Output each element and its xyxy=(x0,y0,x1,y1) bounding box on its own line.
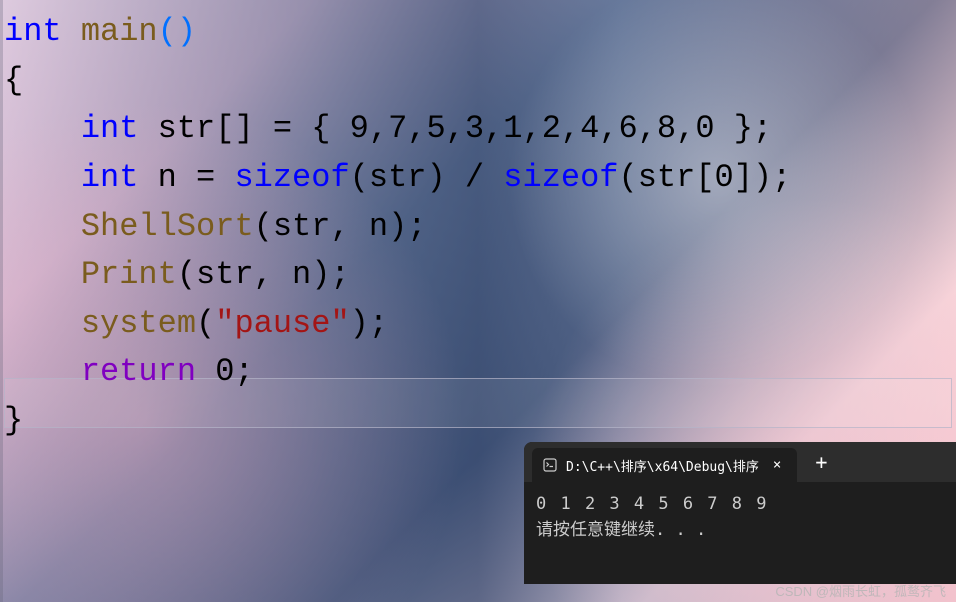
code-line-7[interactable]: system("pause"); xyxy=(4,300,952,349)
terminal-prompt-line: 请按任意键继续. . . xyxy=(536,518,944,544)
array-init: str[] = { 9,7,5,3,1,2,4,6,8,0 }; xyxy=(138,110,772,147)
expr: (str[0]); xyxy=(619,159,792,196)
terminal-icon xyxy=(542,457,558,473)
code-line-8[interactable]: return 0; xyxy=(4,348,952,397)
indent xyxy=(4,305,81,342)
brace-open: { xyxy=(4,62,23,99)
terminal-body[interactable]: 0 1 2 3 4 5 6 7 8 9 请按任意键继续. . . xyxy=(524,482,956,553)
function-shellsort: ShellSort xyxy=(81,208,254,245)
new-tab-button[interactable]: + xyxy=(805,446,837,478)
terminal-tab[interactable]: D:\C++\排序\x64\Debug\排序 × xyxy=(532,448,797,482)
code-editor[interactable]: int main() { int str[] = { 9,7,5,3,1,2,4… xyxy=(0,0,956,454)
terminal-title: D:\C++\排序\x64\Debug\排序 xyxy=(566,456,759,475)
code-line-1[interactable]: int main() xyxy=(4,8,952,57)
brace-close: } xyxy=(4,402,23,439)
code-line-6[interactable]: Print(str, n); xyxy=(4,251,952,300)
code-line-4[interactable]: int n = sizeof(str) / sizeof(str[0]); xyxy=(4,154,952,203)
indent xyxy=(4,208,81,245)
paren-close: ); xyxy=(350,305,388,342)
function-main: main xyxy=(62,13,158,50)
indent xyxy=(4,110,81,147)
terminal-titlebar[interactable]: D:\C++\排序\x64\Debug\排序 × + xyxy=(524,442,956,482)
keyword-return: return xyxy=(81,353,196,390)
var-n: n = xyxy=(138,159,234,196)
watermark-text: CSDN @烟雨长虹，孤鹜齐飞 xyxy=(775,581,946,600)
parens: () xyxy=(158,13,196,50)
tab-close-button[interactable]: × xyxy=(767,455,787,475)
code-line-9[interactable]: } xyxy=(4,397,952,446)
keyword-int: int xyxy=(81,110,139,147)
function-system: system xyxy=(81,305,196,342)
indent xyxy=(4,353,81,390)
paren-open: ( xyxy=(196,305,215,342)
expr: (str) / xyxy=(350,159,504,196)
call-args: (str, n); xyxy=(177,256,350,293)
terminal-output-line: 0 1 2 3 4 5 6 7 8 9 xyxy=(536,492,944,518)
return-value: 0; xyxy=(196,353,254,390)
code-line-5[interactable]: ShellSort(str, n); xyxy=(4,203,952,252)
keyword-int: int xyxy=(81,159,139,196)
function-print: Print xyxy=(81,256,177,293)
terminal-window[interactable]: D:\C++\排序\x64\Debug\排序 × + 0 1 2 3 4 5 6… xyxy=(524,442,956,584)
call-args: (str, n); xyxy=(254,208,427,245)
keyword-int: int xyxy=(4,13,62,50)
code-line-3[interactable]: int str[] = { 9,7,5,3,1,2,4,6,8,0 }; xyxy=(4,105,952,154)
string-pause: "pause" xyxy=(215,305,349,342)
code-line-2[interactable]: { xyxy=(4,57,952,106)
keyword-sizeof: sizeof xyxy=(503,159,618,196)
keyword-sizeof: sizeof xyxy=(234,159,349,196)
indent xyxy=(4,159,81,196)
indent xyxy=(4,256,81,293)
